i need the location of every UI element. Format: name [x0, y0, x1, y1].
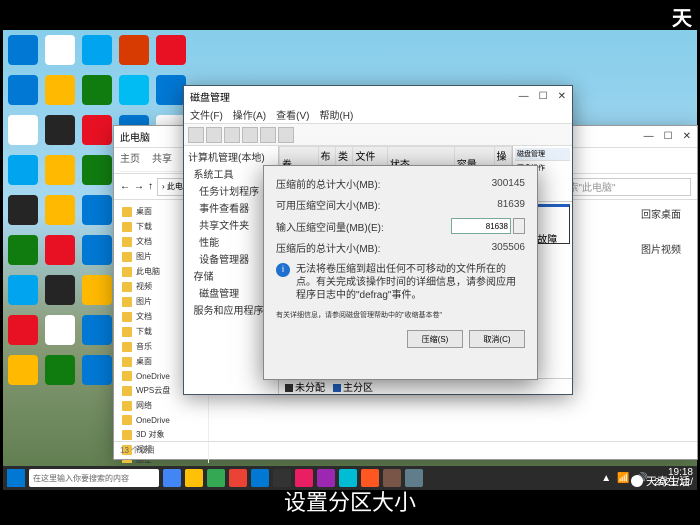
- row-value: 81639: [455, 199, 525, 210]
- spinner-icon[interactable]: [513, 218, 525, 234]
- menu-item[interactable]: 操作(A): [233, 107, 266, 122]
- desktop: 此电脑 — ☐ ✕ 主页共享查看驱动器工具 ← → ↑ › 此电脑 🔍 搜索"此…: [3, 30, 697, 490]
- tree-node[interactable]: 计算机管理(本地): [186, 148, 276, 165]
- menu-item[interactable]: 查看(V): [276, 107, 309, 122]
- caption: 设置分区大小: [0, 485, 700, 517]
- tray-icon[interactable]: ▲: [601, 473, 611, 484]
- content-label: 回家桌面: [641, 206, 681, 221]
- desktop-icon[interactable]: [8, 35, 38, 65]
- actions-header: 磁盘管理: [515, 148, 570, 161]
- back-icon[interactable]: ←: [120, 181, 130, 192]
- desktop-icon[interactable]: [156, 75, 186, 105]
- row-label: 压缩后的总计大小(MB):: [276, 240, 455, 255]
- desktop-icon[interactable]: [8, 115, 38, 145]
- desktop-icon[interactable]: [8, 355, 38, 385]
- row-value: 305506: [455, 242, 525, 253]
- min-icon[interactable]: —: [519, 91, 529, 102]
- min-icon[interactable]: —: [644, 131, 654, 142]
- desktop-icon[interactable]: [8, 235, 38, 265]
- desktop-icon[interactable]: [45, 315, 75, 345]
- shrink-button[interactable]: 压缩(S): [407, 330, 463, 348]
- watermark-top: 天: [672, 2, 692, 31]
- tab[interactable]: 共享: [152, 150, 172, 165]
- shrink-dialog: 压缩前的总计大小(MB):300145 可用压缩空间大小(MB):81639 输…: [263, 165, 538, 380]
- network-icon[interactable]: 📶: [617, 473, 629, 484]
- desktop-icon[interactable]: [119, 35, 149, 65]
- close-icon[interactable]: ✕: [683, 131, 691, 142]
- desktop-icon[interactable]: [8, 275, 38, 305]
- shrink-input[interactable]: [451, 218, 511, 234]
- desktop-icon[interactable]: [45, 115, 75, 145]
- menu-item[interactable]: 帮助(H): [319, 107, 353, 122]
- desktop-icon[interactable]: [8, 75, 38, 105]
- desktop-icon[interactable]: [82, 115, 112, 145]
- desktop-icon[interactable]: [45, 195, 75, 225]
- tab[interactable]: 主页: [120, 150, 140, 165]
- sidebar-item[interactable]: 网络: [118, 398, 204, 413]
- desktop-icon[interactable]: [119, 75, 149, 105]
- row-label: 输入压缩空间量(MB)(E):: [276, 219, 451, 234]
- max-icon[interactable]: ☐: [539, 91, 548, 102]
- fwd-icon[interactable]: →: [134, 181, 144, 192]
- tb-icon[interactable]: [278, 127, 294, 143]
- max-icon[interactable]: ☐: [664, 131, 673, 142]
- desktop-icon[interactable]: [45, 35, 75, 65]
- tb-icon[interactable]: [242, 127, 258, 143]
- desktop-icon[interactable]: [45, 235, 75, 265]
- desktop-icon[interactable]: [82, 275, 112, 305]
- desktop-icon[interactable]: [82, 315, 112, 345]
- tb-icon[interactable]: [206, 127, 222, 143]
- desktop-icon[interactable]: [156, 35, 186, 65]
- row-label: 可用压缩空间大小(MB):: [276, 197, 455, 212]
- info-block: i 无法将卷压缩到超出任何不可移动的文件所在的点。有关完成该操作时间的详细信息，…: [276, 263, 525, 302]
- close-icon[interactable]: ✕: [558, 91, 566, 102]
- desktop-icon[interactable]: [8, 155, 38, 185]
- diskmgr-title: 磁盘管理: [190, 89, 230, 104]
- sidebar-item[interactable]: OneDrive: [118, 413, 204, 427]
- desktop-icon[interactable]: [82, 75, 112, 105]
- desktop-icon[interactable]: [82, 155, 112, 185]
- content-label: 图片视频: [641, 241, 681, 256]
- row-label: 压缩前的总计大小(MB):: [276, 176, 455, 191]
- row-value: 300145: [455, 178, 525, 189]
- desktop-icon[interactable]: [82, 235, 112, 265]
- note-text: 有关详细信息，请参阅磁盘管理帮助中的"收缩基本卷": [276, 310, 525, 320]
- cancel-button[interactable]: 取消(C): [469, 330, 525, 348]
- up-icon[interactable]: ↑: [148, 181, 153, 192]
- desktop-icon[interactable]: [45, 275, 75, 305]
- sidebar-item[interactable]: 3D 对象: [118, 427, 204, 442]
- menu-item[interactable]: 文件(F): [190, 107, 223, 122]
- tb-icon[interactable]: [260, 127, 276, 143]
- info-icon: i: [276, 263, 290, 277]
- tb-icon[interactable]: [224, 127, 240, 143]
- desktop-icon[interactable]: [45, 155, 75, 185]
- desktop-icon[interactable]: [8, 315, 38, 345]
- explorer-status: 13 个项目: [114, 441, 697, 459]
- desktop-icon[interactable]: [45, 75, 75, 105]
- diskmgr-menu: 文件(F) 操作(A) 查看(V) 帮助(H): [184, 106, 572, 124]
- tb-icon[interactable]: [188, 127, 204, 143]
- desktop-icon[interactable]: [45, 355, 75, 385]
- desktop-icon[interactable]: [82, 35, 112, 65]
- diskmgr-toolbar: [184, 124, 572, 146]
- desktop-icon[interactable]: [8, 195, 38, 225]
- desktop-icon[interactable]: [82, 355, 112, 385]
- diskmgr-titlebar[interactable]: 磁盘管理 — ☐ ✕: [184, 86, 572, 106]
- desktop-icon[interactable]: [82, 195, 112, 225]
- explorer-title: 此电脑: [120, 129, 150, 144]
- disk-legend: 未分配 主分区: [279, 378, 572, 394]
